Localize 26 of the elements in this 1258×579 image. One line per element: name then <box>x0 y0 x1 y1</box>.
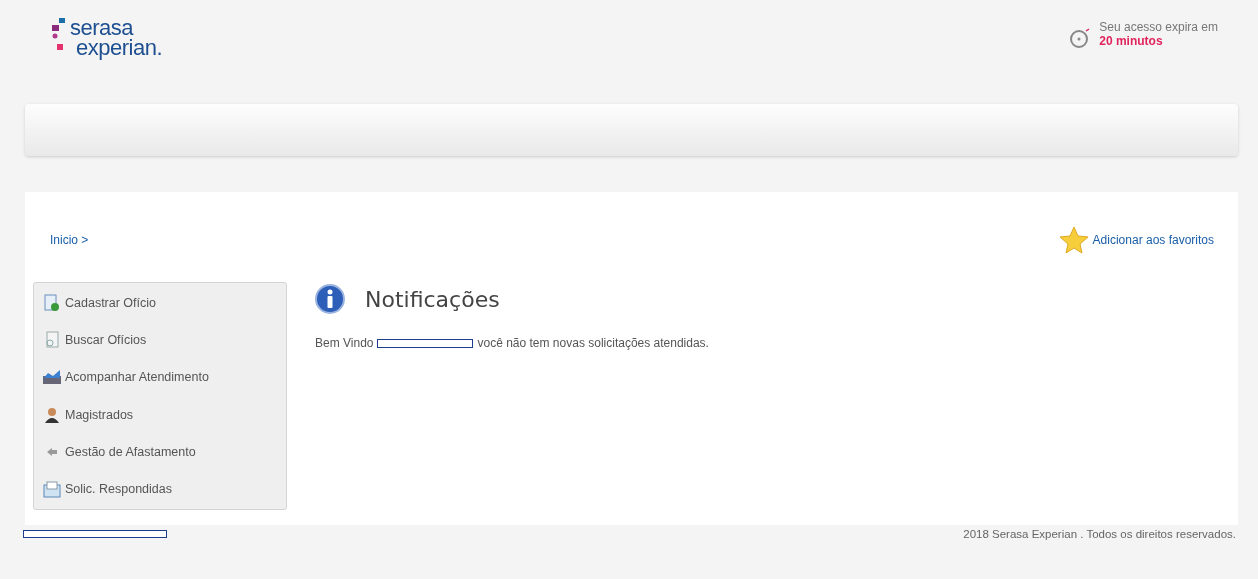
document-search-icon <box>44 331 60 350</box>
person-icon <box>44 406 60 423</box>
document-plus-icon <box>44 294 60 312</box>
logo-dots-icon <box>52 18 66 52</box>
greeting-text: Bem Vindo <box>315 336 374 350</box>
menu-item[interactable]: Buscar Ofícios <box>42 330 278 351</box>
breadcrumb-link[interactable]: Inicio > <box>50 233 89 247</box>
info-icon <box>315 284 345 314</box>
notification-message: você não tem novas solicitações atendidas. <box>477 336 709 350</box>
chart-icon <box>42 369 62 386</box>
session-label: Seu acesso expira em <box>1099 20 1218 34</box>
menu-item[interactable]: Gestão de Afastamento <box>42 441 278 462</box>
copyright-text: 2018 Serasa Experian . Todos os direitos reservados. <box>963 528 1236 540</box>
inbox-icon <box>43 479 61 498</box>
arrow-left-icon <box>47 447 57 456</box>
logo-text: experian. <box>75 38 162 58</box>
star-icon <box>1058 226 1089 254</box>
favorites-link[interactable]: Adicionar aos favoritos <box>1058 226 1214 254</box>
menu-item[interactable]: Magistrados <box>42 404 278 425</box>
menu-item[interactable]: Cadastrar Ofício <box>42 293 278 313</box>
menu-item[interactable]: Acompanhar Atendimento <box>42 367 278 388</box>
menu-item[interactable]: Solic. Respondidas <box>42 478 278 499</box>
stopwatch-icon <box>1069 28 1092 48</box>
session-time: 20 minutos <box>1099 34 1164 48</box>
page-title: Notificações <box>365 286 500 312</box>
logo-text: serasa <box>70 18 134 38</box>
